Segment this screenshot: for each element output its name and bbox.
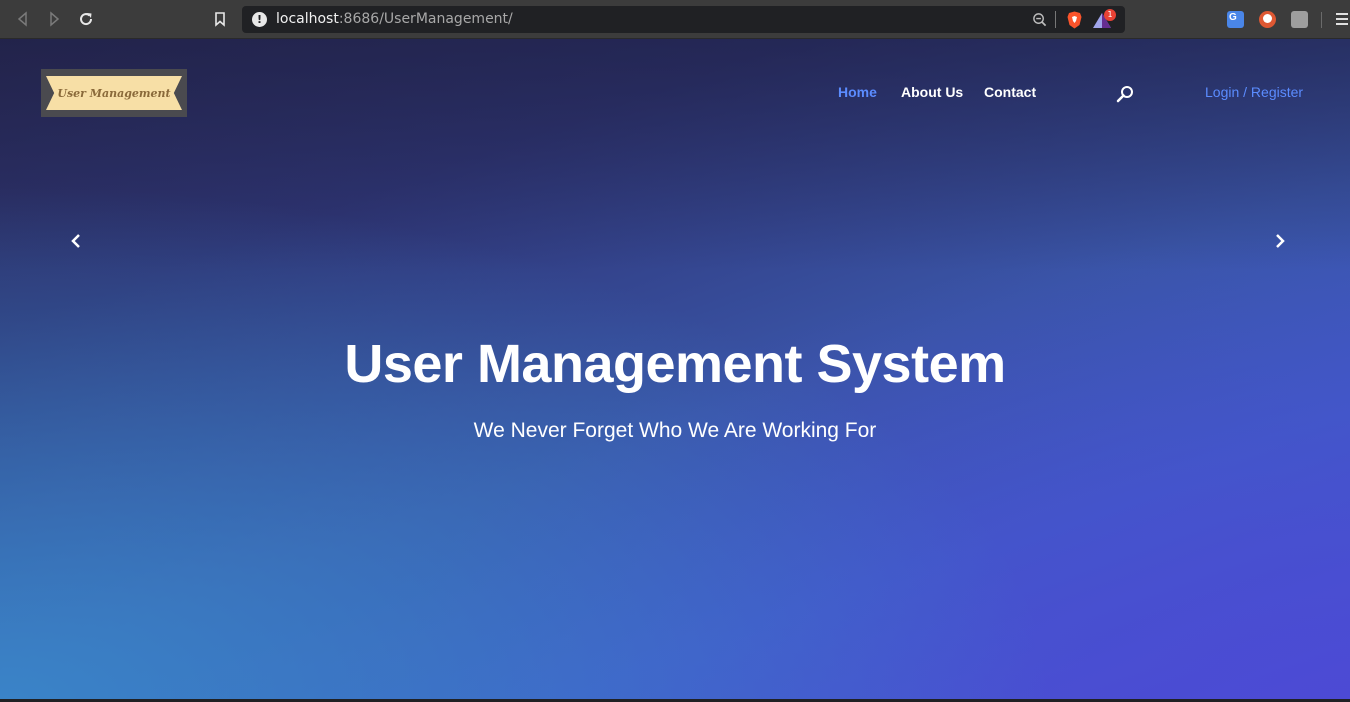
search-icon[interactable]: [1116, 85, 1134, 103]
nav-contact-link[interactable]: Contact: [984, 84, 1036, 100]
rewards-badge: 1: [1104, 9, 1116, 21]
logo-ribbon: User Management: [46, 76, 182, 110]
carousel-prev-icon[interactable]: [68, 233, 84, 249]
menu-icon[interactable]: [1336, 13, 1348, 25]
url-text: localhost:8686/UserManagement/: [276, 6, 513, 33]
carousel-next-icon[interactable]: [1272, 233, 1288, 249]
brave-shield-icon[interactable]: [1066, 11, 1083, 29]
extension-icon[interactable]: [1291, 11, 1308, 28]
forward-icon[interactable]: [45, 10, 63, 28]
url-host: localhost: [276, 11, 339, 27]
bookmark-icon[interactable]: [211, 10, 229, 28]
address-bar-divider: [1055, 11, 1056, 28]
hero-section: User Management Home About Us Contact Lo…: [0, 39, 1350, 702]
hero-subtitle: We Never Forget Who We Are Working For: [473, 419, 877, 442]
google-translate-icon[interactable]: G: [1227, 11, 1244, 28]
address-bar[interactable]: ! localhost:8686/UserManagement/ 1: [242, 6, 1125, 33]
hero-title: User Management System: [344, 334, 1006, 394]
reload-icon[interactable]: [77, 10, 95, 28]
back-icon[interactable]: [14, 10, 32, 28]
duckduckgo-icon[interactable]: [1259, 11, 1276, 28]
zoom-icon[interactable]: [1032, 12, 1047, 27]
nav-about-link[interactable]: About Us: [901, 84, 963, 100]
info-icon[interactable]: !: [252, 12, 267, 27]
browser-toolbar: ! localhost:8686/UserManagement/ 1 G: [0, 0, 1350, 39]
url-path: :8686/UserManagement/: [338, 11, 513, 27]
site-logo[interactable]: User Management: [41, 69, 187, 117]
toolbar-divider: [1321, 12, 1322, 28]
login-register-link[interactable]: Login / Register: [1205, 84, 1303, 100]
logo-text: User Management: [57, 86, 171, 100]
nav-home-link[interactable]: Home: [838, 84, 877, 100]
